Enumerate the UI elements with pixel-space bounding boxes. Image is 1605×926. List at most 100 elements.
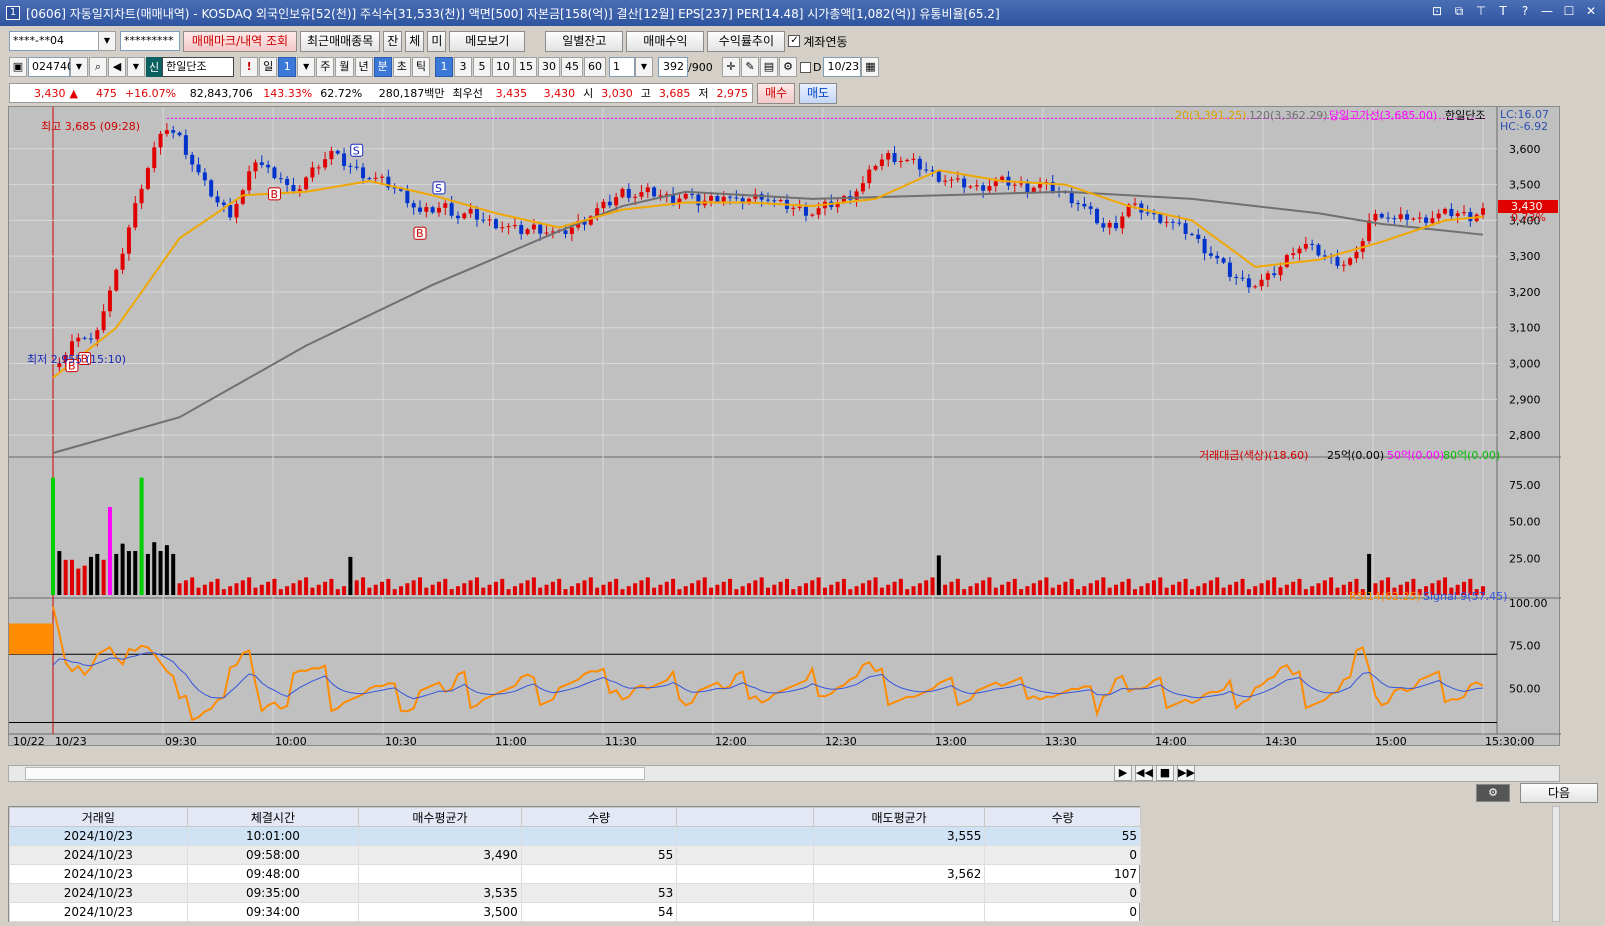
screen-icon[interactable]: ▣ [9, 57, 27, 77]
alert-icon[interactable]: ! [240, 57, 259, 77]
interval-30[interactable]: 30 [538, 57, 560, 77]
crosshair-icon[interactable]: ✛ [722, 57, 740, 77]
close-icon[interactable]: ✕ [1583, 4, 1599, 19]
interval-10[interactable]: 10 [492, 57, 514, 77]
minimize-icon[interactable]: — [1539, 4, 1555, 19]
chart-scrollbar[interactable] [8, 765, 1560, 782]
font-icon[interactable]: T [1495, 4, 1511, 19]
interval-input[interactable]: 1 [609, 57, 635, 77]
volume-bar [259, 584, 264, 595]
table-row[interactable]: 2024/10/23 10:01:00 3,555 55 [9, 826, 1141, 846]
search-icon[interactable]: ⌕ [89, 57, 107, 77]
column-header[interactable]: 체결시간 [186, 807, 360, 827]
chevron-down-icon[interactable]: ▼ [98, 31, 116, 51]
period-week[interactable]: 주 [316, 57, 335, 77]
account-select[interactable]: ****-**04 [9, 31, 99, 51]
interval-5[interactable]: 5 [473, 57, 491, 77]
trade-mark-query-button[interactable]: 매매마크/내역 조회 [183, 30, 297, 52]
chevron-down-icon[interactable]: ▼ [635, 57, 653, 77]
maximize-icon[interactable]: ☐ [1561, 4, 1577, 19]
interval-45[interactable]: 45 [561, 57, 583, 77]
window-title: [0606] 자동일지차트(매매내역) - KOSDAQ 외국인보유[52(천)… [26, 6, 1000, 21]
period-second[interactable]: 초 [392, 57, 411, 77]
play-icon[interactable]: ▶ [1114, 765, 1132, 781]
candle-body [1367, 220, 1372, 242]
interval-1[interactable]: 1 [435, 57, 453, 77]
help-icon[interactable]: ? [1517, 4, 1533, 19]
period-month[interactable]: 월 [335, 57, 354, 77]
gear-icon[interactable]: ⚙ [779, 57, 797, 77]
chart-nav-tools: ▶ ◀◀ ■ ▶▶ [1114, 765, 1196, 781]
trade-profit-button[interactable]: 매매수익 [626, 30, 705, 52]
stop-icon[interactable]: ■ [1156, 765, 1174, 781]
save-icon[interactable]: ▤ [760, 57, 778, 77]
chevron-down-icon[interactable]: ▼ [297, 57, 316, 77]
interval-60[interactable]: 60 [584, 57, 606, 77]
chevron-down-icon[interactable]: ▼ [70, 57, 88, 77]
column-header[interactable]: 수량 [520, 807, 678, 827]
unfilled-button[interactable]: 미 [427, 30, 447, 52]
high-label: 고 [640, 87, 651, 100]
interval-15[interactable]: 15 [515, 57, 537, 77]
volume-bar [430, 584, 435, 595]
candle-body [297, 189, 302, 192]
chart-svg[interactable]: BBBSBS 10/22 10/23 09:30 10:00 10:30 11:00 11:… [9, 107, 1561, 747]
date-checkbox[interactable] [800, 61, 811, 73]
stock-name-field[interactable]: 한일단조 [162, 57, 235, 77]
sell-button[interactable]: 매도 [799, 82, 837, 104]
scroll-thumb[interactable] [25, 767, 645, 780]
period-tick[interactable]: 틱 [411, 57, 430, 77]
interval-3[interactable]: 3 [454, 57, 472, 77]
period-year[interactable]: 년 [354, 57, 373, 77]
column-header[interactable]: 수량 [984, 807, 1141, 827]
volume-bar [841, 578, 846, 595]
column-header[interactable]: 매수평균가 [358, 807, 522, 827]
stock-code-input[interactable]: 024740 [28, 57, 74, 77]
balance-button[interactable]: 잔 [383, 30, 403, 52]
volume-bar [1284, 584, 1289, 595]
candle-body [114, 269, 119, 291]
chevron-down-icon[interactable]: ▼ [127, 57, 145, 77]
fast-forward-icon[interactable]: ▶▶ [1177, 765, 1195, 781]
date-input[interactable]: 10/23 [823, 57, 862, 77]
account-link-toggle[interactable]: ✓ 계좌연동 [788, 33, 848, 50]
cascade-icon[interactable]: ⧉ [1451, 4, 1467, 19]
period-minute[interactable]: 분 [373, 57, 392, 77]
buy-button[interactable]: 매수 [757, 82, 795, 104]
table-row[interactable]: 2024/10/23 09:35:00 3,535 53 0 [9, 883, 1141, 903]
chart-area[interactable]: BBBSBS 10/22 10/23 09:30 10:00 10:30 11:00 11:… [8, 106, 1561, 747]
column-header[interactable]: 매도평균가 [812, 807, 986, 827]
return-trend-button[interactable]: 수익률추이 [707, 30, 786, 52]
low-label: 저 [698, 87, 709, 100]
volume-bar [993, 587, 998, 595]
calendar-icon[interactable]: ▦ [861, 57, 880, 77]
recent-trades-button[interactable]: 최근매매종목 [300, 30, 381, 52]
gear-icon[interactable]: ⚙ [1476, 784, 1510, 802]
volume-bar [411, 580, 416, 595]
daily-balance-button[interactable]: 일별잔고 [545, 30, 624, 52]
table-row[interactable]: 2024/10/23 09:58:00 3,490 55 0 [9, 845, 1141, 865]
table-row[interactable]: 2024/10/23 09:48:00 3,562 107 [9, 864, 1141, 884]
count-input[interactable]: 392 [658, 57, 688, 77]
draw-tool-icon[interactable]: ✎ [741, 57, 759, 77]
rewind-icon[interactable]: ◀◀ [1135, 765, 1153, 781]
memo-view-button[interactable]: 메모보기 [449, 30, 526, 52]
candle-body [133, 203, 138, 228]
restore-layout-icon[interactable]: ⊡ [1429, 4, 1445, 19]
candle-body [1196, 234, 1201, 239]
column-header[interactable]: 거래일 [9, 807, 188, 827]
volume-bar [1278, 587, 1283, 595]
checkbox-icon[interactable]: ✓ [788, 35, 801, 47]
pin-icon[interactable]: ⊤ [1473, 4, 1489, 19]
filled-button[interactable]: 체 [405, 30, 425, 52]
period-day[interactable]: 일 [259, 57, 278, 77]
candle-body [1120, 216, 1125, 229]
period-day-count[interactable]: 1 [278, 57, 297, 77]
table-row[interactable]: 2024/10/23 09:34:00 3,500 54 0 [9, 902, 1141, 922]
next-button[interactable]: 다음 [1520, 783, 1598, 803]
volume-bar [645, 577, 650, 595]
speaker-icon[interactable]: ◀ [108, 57, 126, 77]
password-input[interactable]: ********* [120, 31, 180, 51]
hc-legend: HC:-6.92 [1500, 120, 1548, 133]
grid-scrollbar[interactable] [1552, 806, 1560, 922]
